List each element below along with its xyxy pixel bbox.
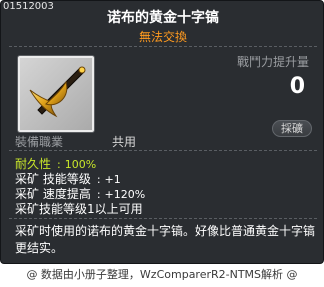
stat-value: +120% <box>104 188 146 201</box>
stat-requirement: 采矿技能等级1以上可用 <box>15 202 315 217</box>
trade-status: 無法交換 <box>138 30 187 44</box>
footer-credit: @ 数据由小册子整理，WzComparerR2-NTMS解析 @ <box>26 268 298 281</box>
stat-value: 100% <box>64 158 97 171</box>
item-name: 诺布的黄金十字镐 <box>107 10 219 26</box>
stat-mining-speed: 采矿 速度提高: +120% <box>15 187 315 202</box>
stat-value: +1 <box>104 173 121 186</box>
item-tooltip: 01512003 诺布的黄金十字镐 無法交換 戰鬥力提升量 0 採礦 裝備職業 … <box>0 0 324 264</box>
divider-top <box>9 46 317 47</box>
stat-separator: : <box>96 188 101 201</box>
divider-bottom <box>9 218 317 219</box>
item-icon-frame <box>17 55 95 133</box>
stat-separator: : <box>96 173 101 186</box>
stat-separator: : <box>57 158 61 171</box>
combat-power-value: 0 <box>289 74 305 99</box>
mining-button[interactable]: 採礦 <box>272 120 312 137</box>
item-stats: 耐久性:100% 采矿 技能等级: +1 采矿 速度提高: +120% 采矿技能等级… <box>15 157 315 217</box>
stat-label: 采矿 速度提高 <box>15 187 91 201</box>
stat-label: 采矿技能等级1以上可用 <box>15 202 143 216</box>
stat-label: 采矿 技能等级 <box>15 172 91 186</box>
stat-label: 耐久性 <box>15 157 52 171</box>
stat-mining-skill-level: 采矿 技能等级: +1 <box>15 172 315 187</box>
screenshot-canvas: 01512003 诺布的黄金十字镐 無法交換 戰鬥力提升量 0 採礦 裝備職業 … <box>0 0 324 287</box>
stat-durability: 耐久性:100% <box>15 157 315 172</box>
equip-job-value: 共用 <box>112 135 137 149</box>
golden-pickaxe-icon <box>29 66 86 118</box>
combat-power-label: 戰鬥力提升量 <box>237 55 310 69</box>
divider-middle <box>9 150 317 151</box>
item-description: 采矿时使用的诺布的黄金十字镐。好像比普通黄金十字镐更结实。 <box>15 224 316 255</box>
equip-job-label: 裝備職業 <box>15 135 64 149</box>
